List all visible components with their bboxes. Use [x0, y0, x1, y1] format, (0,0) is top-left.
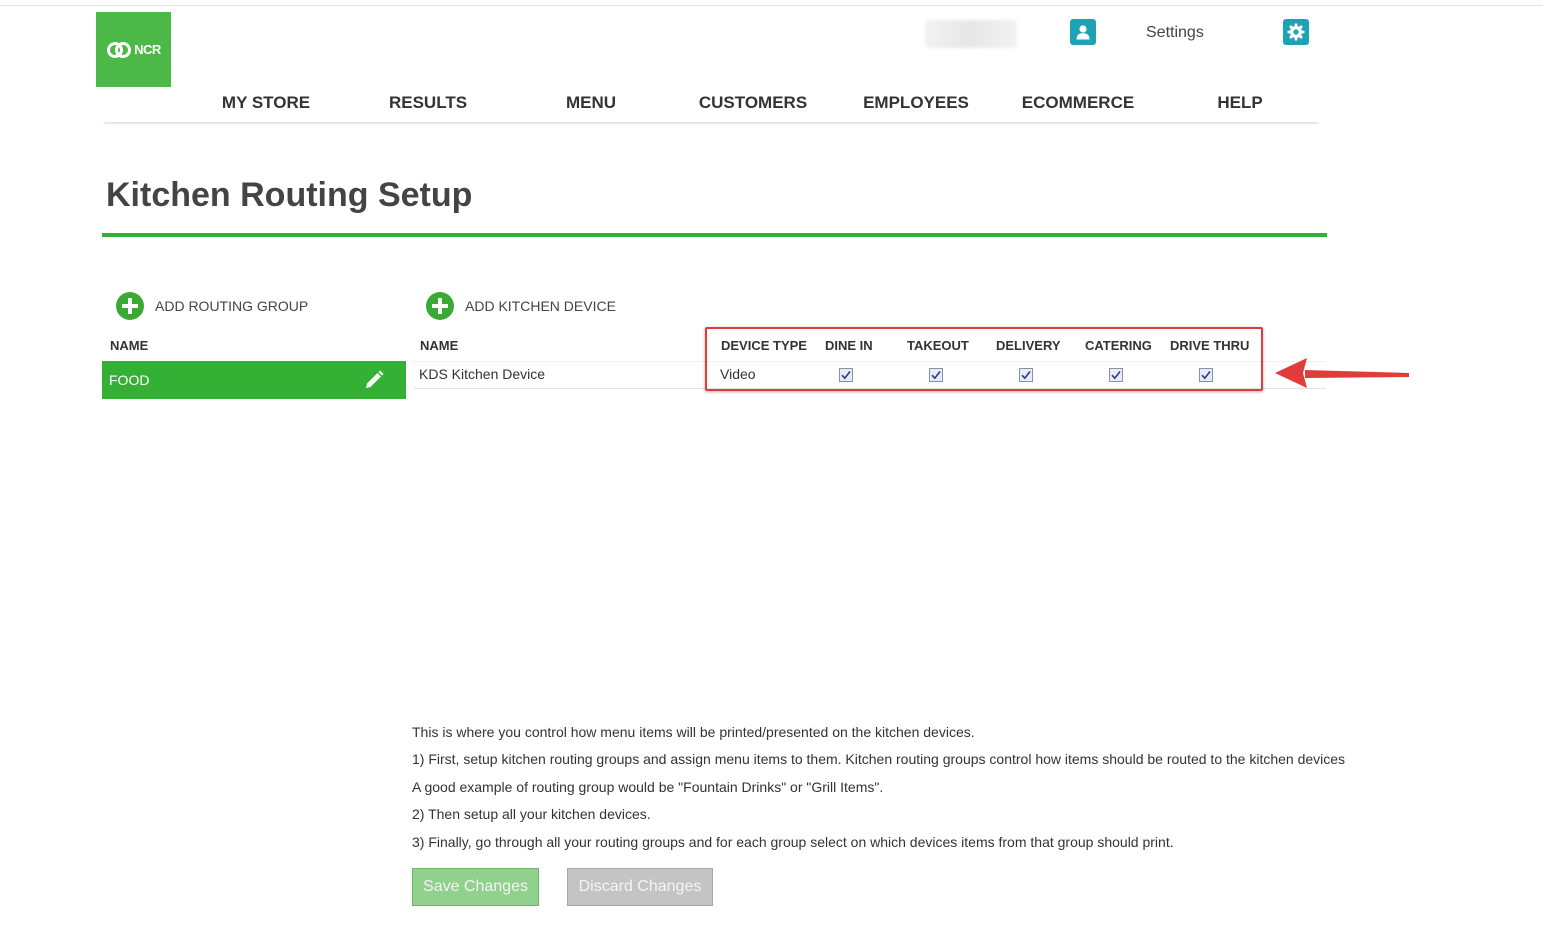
ncr-rings-icon	[107, 41, 132, 58]
top-rule	[0, 5, 1543, 6]
pencil-icon[interactable]	[364, 370, 384, 390]
person-icon	[1076, 25, 1090, 40]
nav-menu[interactable]: MENU	[566, 93, 616, 113]
help-line: 3) Finally, go through all your routing …	[412, 834, 1174, 850]
device-name-header: NAME	[420, 338, 459, 353]
nav-my-store[interactable]: MY STORE	[222, 93, 310, 113]
main-nav: MY STORE RESULTS MENU CUSTOMERS EMPLOYEE…	[102, 88, 1320, 122]
add-routing-group-button[interactable]: ADD ROUTING GROUP	[116, 292, 308, 320]
title-divider	[102, 233, 1327, 237]
page-title: Kitchen Routing Setup	[106, 176, 473, 214]
plus-circle-icon	[116, 292, 144, 320]
logo-mark: NCR	[106, 41, 161, 59]
discard-changes-button[interactable]: Discard Changes	[567, 868, 713, 906]
user-name-blurred	[925, 20, 1017, 48]
user-icon[interactable]	[1070, 19, 1096, 45]
nav-customers[interactable]: CUSTOMERS	[699, 93, 807, 113]
help-line: 1) First, setup kitchen routing groups a…	[412, 751, 1346, 767]
help-line: A good example of routing group would be…	[412, 779, 884, 795]
ncr-logo[interactable]: NCR	[96, 12, 171, 87]
add-kitchen-device-button[interactable]: ADD KITCHEN DEVICE	[426, 292, 616, 320]
routing-group-name: FOOD	[109, 372, 150, 388]
highlight-box	[705, 327, 1263, 391]
logo-text: NCR	[134, 42, 161, 57]
annotation-arrow-icon	[1275, 358, 1409, 388]
routing-group-name-header: NAME	[110, 338, 149, 353]
add-routing-group-label: ADD ROUTING GROUP	[155, 298, 309, 314]
settings-gear-button[interactable]	[1283, 19, 1309, 45]
help-line: This is where you control how menu items…	[412, 724, 975, 740]
save-changes-button[interactable]: Save Changes	[412, 868, 539, 906]
nav-help[interactable]: HELP	[1217, 93, 1262, 113]
add-kitchen-device-label: ADD KITCHEN DEVICE	[465, 298, 616, 314]
plus-circle-icon	[426, 292, 454, 320]
nav-ecommerce[interactable]: ECOMMERCE	[1022, 93, 1134, 113]
nav-results[interactable]: RESULTS	[389, 93, 467, 113]
device-name: KDS Kitchen Device	[419, 366, 546, 382]
nav-employees[interactable]: EMPLOYEES	[863, 93, 969, 113]
gear-icon	[1287, 23, 1305, 41]
settings-link[interactable]: Settings	[1146, 24, 1204, 42]
routing-group-row-food[interactable]: FOOD	[102, 361, 406, 399]
help-line: 2) Then setup all your kitchen devices.	[412, 806, 651, 822]
